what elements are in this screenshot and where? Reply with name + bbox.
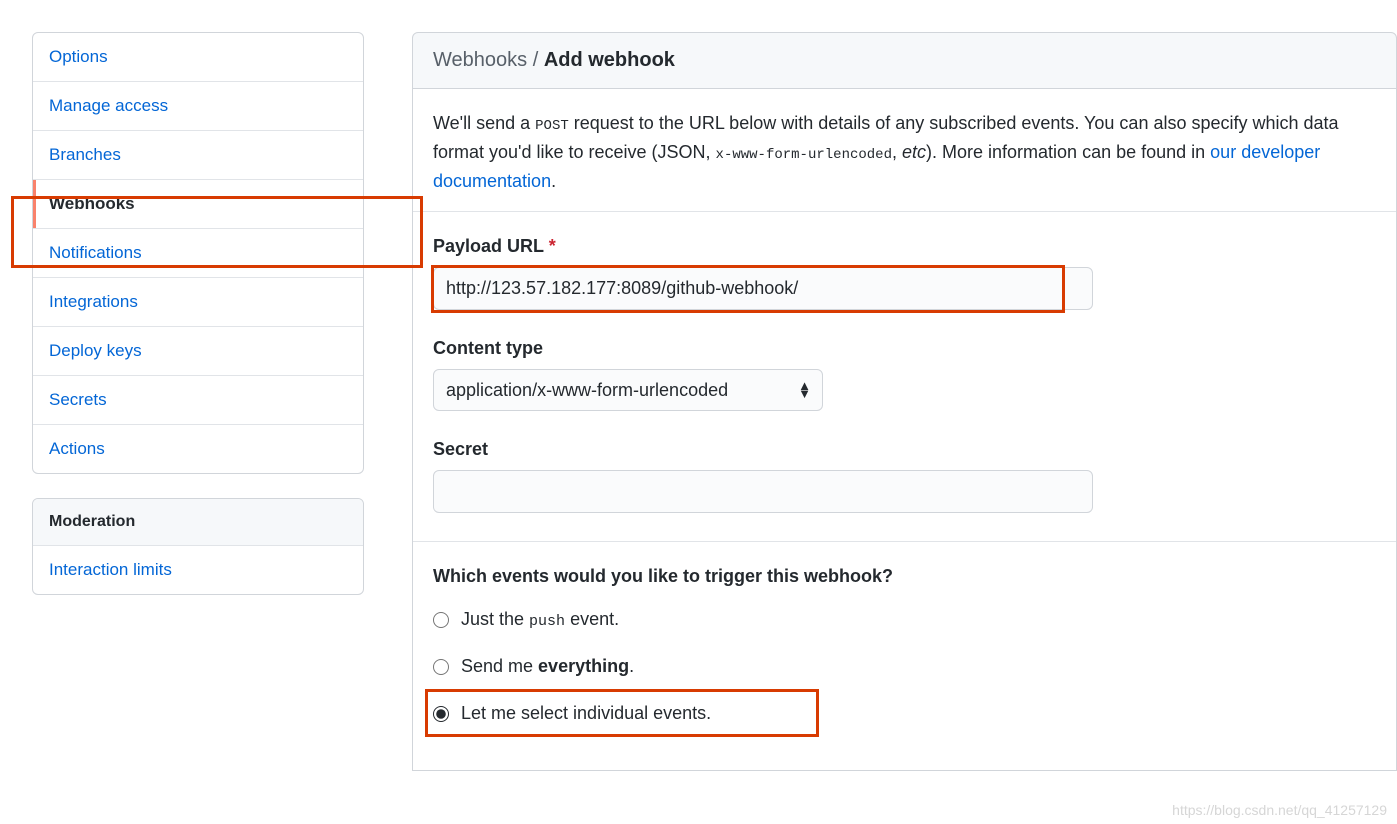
settings-sidebar: Options Manage access Branches Webhooks …: [32, 32, 364, 771]
sidebar-item-manage-access[interactable]: Manage access: [33, 82, 363, 131]
sidebar-item-options[interactable]: Options: [33, 33, 363, 82]
divider: [413, 541, 1396, 542]
code-post: POST: [535, 118, 569, 134]
moderation-nav: Moderation Interaction limits: [32, 498, 364, 595]
breadcrumb-parent[interactable]: Webhooks: [433, 49, 527, 71]
divider: [413, 211, 1396, 212]
watermark: https://blog.csdn.net/qq_41257129: [1172, 802, 1387, 818]
sidebar-item-interaction-limits[interactable]: Interaction limits: [33, 546, 363, 594]
sidebar-item-branches[interactable]: Branches: [33, 131, 363, 180]
content-type-label: Content type: [433, 338, 1376, 359]
breadcrumb-current: Add webhook: [544, 49, 675, 71]
event-radio-push[interactable]: [433, 612, 449, 628]
settings-nav: Options Manage access Branches Webhooks …: [32, 32, 364, 474]
secret-input[interactable]: [433, 470, 1093, 513]
sidebar-item-secrets[interactable]: Secrets: [33, 376, 363, 425]
content-type-group: Content type application/x-www-form-urle…: [433, 338, 1376, 411]
sidebar-item-integrations[interactable]: Integrations: [33, 278, 363, 327]
event-option-everything[interactable]: Send me everything.: [433, 656, 1376, 677]
sidebar-item-webhooks[interactable]: Webhooks: [33, 180, 363, 229]
secret-label: Secret: [433, 439, 1376, 460]
event-option-individual[interactable]: Let me select individual events.: [433, 703, 1376, 724]
content-type-select[interactable]: application/x-www-form-urlencoded: [433, 369, 823, 411]
sidebar-item-notifications[interactable]: Notifications: [33, 229, 363, 278]
sidebar-item-deploy-keys[interactable]: Deploy keys: [33, 327, 363, 376]
payload-url-label: Payload URL *: [433, 236, 1376, 257]
code-urlencoded: x-www-form-urlencoded: [716, 147, 892, 163]
moderation-header: Moderation: [33, 499, 363, 546]
event-option-push[interactable]: Just the push event.: [433, 609, 1376, 630]
events-title: Which events would you like to trigger t…: [433, 566, 1376, 587]
breadcrumb-separator: /: [527, 49, 544, 71]
payload-url-input[interactable]: [433, 267, 1093, 310]
payload-url-group: Payload URL *: [433, 236, 1376, 310]
required-mark: *: [549, 236, 556, 256]
intro-text: We'll send a POST request to the URL bel…: [433, 109, 1376, 195]
main-content: Webhooks / Add webhook We'll send a POST…: [412, 32, 1397, 771]
panel-body: We'll send a POST request to the URL bel…: [412, 89, 1397, 771]
sidebar-item-actions[interactable]: Actions: [33, 425, 363, 473]
secret-group: Secret: [433, 439, 1376, 513]
page-subhead: Webhooks / Add webhook: [412, 32, 1397, 89]
event-radio-individual[interactable]: [433, 706, 449, 722]
event-radio-everything[interactable]: [433, 659, 449, 675]
